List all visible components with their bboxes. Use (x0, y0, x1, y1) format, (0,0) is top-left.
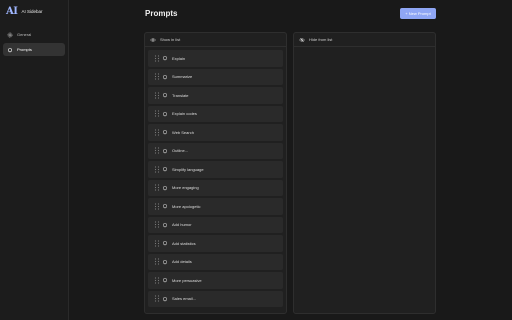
drag-handle-icon[interactable] (154, 110, 160, 117)
prompt-item[interactable]: Sales email... (148, 290, 283, 307)
gear-icon (7, 32, 13, 38)
prompt-label: Add humor (172, 222, 192, 228)
brand: AI AI Sidebar (6, 6, 42, 17)
prompt-item[interactable]: More apologetic (148, 198, 283, 215)
prompt-label: More apologetic (172, 203, 201, 209)
bell-icon (162, 259, 168, 265)
bell-icon (162, 74, 168, 80)
prompt-label: More persuasive (172, 277, 202, 283)
hide-from-list-panel[interactable]: Hide from list (293, 32, 436, 314)
sidebar-item-prompts[interactable]: Prompts (3, 43, 65, 56)
panel-title: Hide from list (309, 37, 333, 42)
eye-off-icon (299, 37, 305, 42)
panel-header: Show in list (145, 33, 286, 47)
prompt-item[interactable]: Add humor (148, 216, 283, 233)
show-in-list-panel: Show in list Explain Summarize Translate Ex… (144, 32, 287, 314)
prompt-label: Translate (172, 92, 189, 98)
sidebar-item-label: Prompts (17, 47, 32, 52)
new-prompt-button[interactable]: + New Prompt (400, 8, 436, 19)
prompt-label: Outline... (172, 148, 189, 154)
prompt-item[interactable]: Translate (148, 87, 283, 104)
app-name: AI Sidebar (21, 9, 43, 14)
bell-icon (162, 166, 168, 172)
drag-handle-icon[interactable] (154, 92, 160, 99)
bell-icon (162, 240, 168, 246)
bell-icon (162, 55, 168, 61)
prompt-item[interactable]: Add statistics (148, 235, 283, 252)
drag-handle-icon[interactable] (154, 240, 160, 247)
prompt-item[interactable]: Explain codes (148, 105, 283, 122)
drag-handle-icon[interactable] (154, 184, 160, 191)
drag-handle-icon[interactable] (154, 203, 160, 210)
prompt-label: More engaging (172, 185, 199, 191)
prompt-label: Add details (172, 259, 192, 265)
drag-handle-icon[interactable] (154, 129, 160, 136)
drag-handle-icon[interactable] (154, 73, 160, 80)
prompt-item[interactable]: More persuasive (148, 272, 283, 289)
sidebar-nav: General Prompts (3, 28, 65, 58)
app-logo: AI (6, 6, 18, 17)
bell-icon (162, 222, 168, 228)
eye-icon (150, 37, 156, 42)
prompt-item[interactable]: Add details (148, 253, 283, 270)
sidebar: AI AI Sidebar General Prompts (0, 0, 69, 320)
prompt-item[interactable]: Explain (148, 50, 283, 67)
sidebar-item-label: General (17, 32, 32, 37)
prompt-label: Summarize (172, 74, 193, 80)
drag-handle-icon[interactable] (154, 277, 160, 284)
drag-handle-icon[interactable] (154, 147, 160, 154)
bell-icon (162, 203, 168, 209)
prompt-label: Web Search (172, 129, 194, 135)
prompt-list: Explain Summarize Translate Explain codes We… (145, 47, 286, 307)
prompt-label: Simplify language (172, 166, 204, 172)
drag-handle-icon[interactable] (154, 166, 160, 173)
prompt-item[interactable]: More engaging (148, 179, 283, 196)
bell-icon (162, 296, 168, 302)
drag-handle-icon[interactable] (154, 55, 160, 62)
bell-icon (162, 277, 168, 283)
prompt-item[interactable]: Summarize (148, 68, 283, 85)
prompt-item[interactable]: Simplify language (148, 161, 283, 178)
sidebar-item-general[interactable]: General (3, 28, 65, 41)
drag-handle-icon[interactable] (154, 258, 160, 265)
page-title: Prompts (145, 9, 178, 18)
drag-handle-icon[interactable] (154, 295, 160, 302)
prompt-label: Explain (172, 55, 186, 61)
bell-icon (162, 148, 168, 154)
prompt-label: Add statistics (172, 240, 196, 246)
prompt-label: Explain codes (172, 111, 197, 117)
prompt-item[interactable]: Web Search (148, 124, 283, 141)
drag-handle-icon[interactable] (154, 221, 160, 228)
prompt-item[interactable]: Outline... (148, 142, 283, 159)
panel-header: Hide from list (294, 33, 435, 47)
bell-icon (162, 92, 168, 98)
bell-icon (162, 185, 168, 191)
prompt-label: Sales email... (172, 296, 197, 302)
bell-icon (7, 47, 13, 53)
bell-icon (162, 111, 168, 117)
bell-icon (162, 129, 168, 135)
panel-title: Show in list (160, 37, 181, 42)
